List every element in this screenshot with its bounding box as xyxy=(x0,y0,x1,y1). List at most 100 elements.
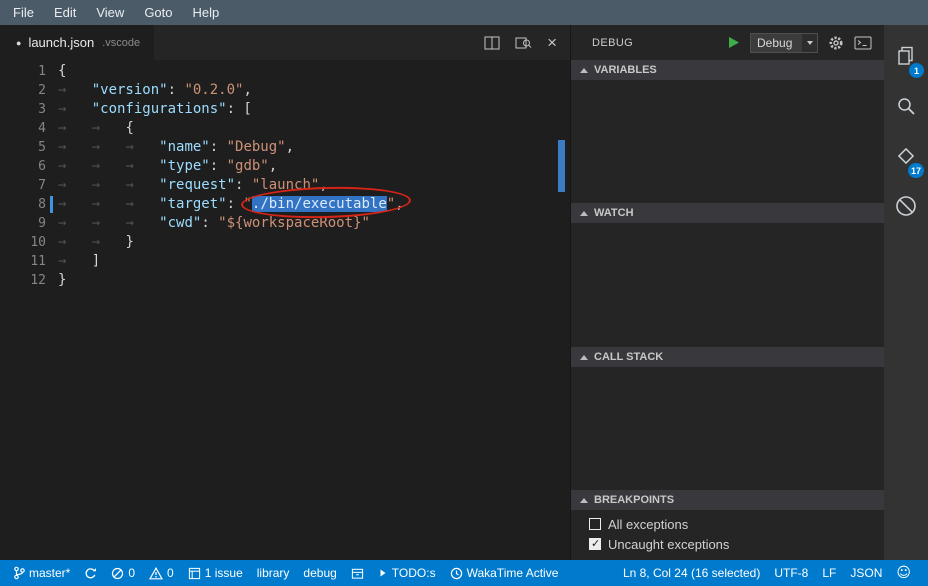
todo-item[interactable]: TODO:s xyxy=(371,560,443,586)
eol-label: LF xyxy=(822,566,836,580)
code-line[interactable]: 3→ "configurations": [ xyxy=(0,100,570,119)
issues-label: 1 issue xyxy=(205,566,243,580)
variables-header[interactable]: VARIABLES xyxy=(571,60,884,80)
line-number[interactable]: 9 xyxy=(0,214,46,233)
library-item[interactable]: library xyxy=(250,560,297,586)
code-text: → → → "type": "gdb", xyxy=(46,157,277,176)
section-label: CALL STACK xyxy=(594,351,663,363)
line-number[interactable]: 1 xyxy=(0,62,46,81)
code-line[interactable]: 2→ "version": "0.2.0", xyxy=(0,81,570,100)
breakpoints-list: All exceptionsUncaught exceptions xyxy=(571,510,884,560)
call-stack-header[interactable]: CALL STACK xyxy=(571,347,884,367)
code-line[interactable]: 11→ ] xyxy=(0,252,570,271)
panel-title: DEBUG xyxy=(592,37,633,49)
line-number[interactable]: 8 xyxy=(0,195,46,214)
code-lines: 1{2→ "version": "0.2.0",3→ "configuratio… xyxy=(0,62,570,290)
line-number[interactable]: 2 xyxy=(0,81,46,100)
code-text: → → { xyxy=(46,119,134,138)
library-label: library xyxy=(257,566,290,580)
debug-button[interactable] xyxy=(884,183,928,233)
close-editor-icon[interactable]: × xyxy=(547,36,557,50)
sync-item[interactable] xyxy=(77,560,104,586)
explorer-badge: 1 xyxy=(909,63,924,78)
gear-icon[interactable] xyxy=(828,35,844,51)
search-icon xyxy=(895,95,917,122)
editor-actions: × xyxy=(484,36,570,50)
smiley-icon: ☺ xyxy=(896,565,911,581)
status-bar: master* 0 0 xyxy=(0,560,928,586)
menu-edit[interactable]: Edit xyxy=(45,3,85,22)
watch-body xyxy=(571,223,884,347)
debug-label: debug xyxy=(303,566,336,580)
watch-header[interactable]: WATCH xyxy=(571,203,884,223)
errors-item[interactable]: 0 xyxy=(104,560,142,586)
menu-file[interactable]: File xyxy=(4,3,43,22)
breakpoint-row[interactable]: All exceptions xyxy=(571,514,884,534)
activity-bar: 1 17 xyxy=(884,25,928,560)
checkbox-checked[interactable] xyxy=(589,538,601,550)
tab-launch-json[interactable]: ● launch.json .vscode xyxy=(0,25,154,60)
warning-icon xyxy=(149,567,163,580)
checkbox-unchecked[interactable] xyxy=(589,518,601,530)
code-line[interactable]: 5→ → → "name": "Debug", xyxy=(0,138,570,157)
debug-config-dropdown[interactable]: Debug xyxy=(750,33,818,53)
vscode-window: File Edit View Goto Help ● launch.json .… xyxy=(0,0,928,586)
package-icon xyxy=(351,567,364,580)
status-right: Ln 8, Col 24 (16 selected) UTF-8 LF JSON… xyxy=(616,560,918,586)
line-number[interactable]: 3 xyxy=(0,100,46,119)
git-badge: 17 xyxy=(908,163,924,178)
collapse-icon xyxy=(580,498,588,503)
cursor-position-item[interactable]: Ln 8, Col 24 (16 selected) xyxy=(616,560,767,586)
line-number[interactable]: 10 xyxy=(0,233,46,252)
warning-count: 0 xyxy=(167,566,174,580)
warnings-item[interactable]: 0 xyxy=(142,560,181,586)
line-number[interactable]: 6 xyxy=(0,157,46,176)
code-line[interactable]: 6→ → → "type": "gdb", xyxy=(0,157,570,176)
breakpoint-row[interactable]: Uncaught exceptions xyxy=(571,534,884,554)
explorer-button[interactable]: 1 xyxy=(884,33,928,83)
line-number[interactable]: 12 xyxy=(0,271,46,290)
git-button[interactable]: 17 xyxy=(884,133,928,183)
split-editor-icon[interactable] xyxy=(484,36,500,50)
code-line[interactable]: 1{ xyxy=(0,62,570,81)
error-count: 0 xyxy=(128,566,135,580)
branch-name: master* xyxy=(29,566,70,580)
menu-view[interactable]: View xyxy=(87,3,133,22)
encoding-label: UTF-8 xyxy=(774,566,808,580)
collapse-icon xyxy=(580,68,588,73)
code-line[interactable]: 4→ → { xyxy=(0,119,570,138)
editor-column: ● launch.json .vscode × 1{2→ "version": … xyxy=(0,25,570,560)
debug-console-icon[interactable] xyxy=(854,36,872,50)
section-label: BREAKPOINTS xyxy=(594,494,674,506)
section-call-stack: CALL STACK xyxy=(571,347,884,490)
code-line[interactable]: 12} xyxy=(0,271,570,290)
breakpoints-header[interactable]: BREAKPOINTS xyxy=(571,490,884,510)
debug-status-item[interactable]: debug xyxy=(296,560,343,586)
code-line[interactable]: 10→ → } xyxy=(0,233,570,252)
language-mode-item[interactable]: JSON xyxy=(843,560,889,586)
menu-goto[interactable]: Goto xyxy=(135,3,181,22)
sync-icon xyxy=(84,567,97,580)
open-preview-icon[interactable] xyxy=(515,36,532,50)
line-number[interactable]: 7 xyxy=(0,176,46,195)
feedback-item[interactable]: ☺ xyxy=(889,560,918,586)
menu-help[interactable]: Help xyxy=(184,3,229,22)
line-number[interactable]: 11 xyxy=(0,252,46,271)
eol-item[interactable]: LF xyxy=(815,560,843,586)
editor-scrollbar-thumb[interactable] xyxy=(558,140,565,192)
call-stack-body xyxy=(571,367,884,490)
line-number[interactable]: 5 xyxy=(0,138,46,157)
git-branch-item[interactable]: master* xyxy=(6,560,77,586)
wakatime-item[interactable]: WakaTime Active xyxy=(443,560,566,586)
debug-panel-header: DEBUG Debug xyxy=(571,25,884,60)
line-number[interactable]: 4 xyxy=(0,119,46,138)
start-debug-icon[interactable] xyxy=(728,36,740,49)
encoding-item[interactable]: UTF-8 xyxy=(767,560,815,586)
code-editor[interactable]: 1{2→ "version": "0.2.0",3→ "configuratio… xyxy=(0,60,570,560)
no-debug-icon xyxy=(894,194,918,223)
package-item[interactable] xyxy=(344,560,371,586)
search-button[interactable] xyxy=(884,83,928,133)
clock-icon xyxy=(450,567,463,580)
issues-item[interactable]: 1 issue xyxy=(181,560,250,586)
tab-bar: ● launch.json .vscode × xyxy=(0,25,570,60)
